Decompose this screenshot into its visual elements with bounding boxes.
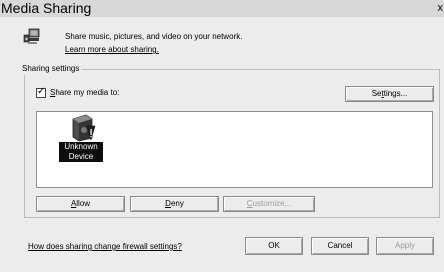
- allow-button[interactable]: Allow: [36, 196, 125, 212]
- unknown-device-icon[interactable]: [68, 113, 98, 142]
- sharing-settings-label: Sharing settings: [20, 63, 82, 75]
- media-sharing-icon: [23, 27, 43, 47]
- title-bar: Media Sharing x: [0, 0, 444, 17]
- ok-button[interactable]: OK: [245, 237, 303, 255]
- customize-button[interactable]: Customize...: [223, 196, 315, 212]
- learn-more-link[interactable]: Learn more about sharing.: [65, 45, 159, 55]
- firewall-help-link[interactable]: How does sharing change firewall setting…: [28, 242, 182, 252]
- share-media-label: Share my media to:: [50, 88, 120, 97]
- cancel-button[interactable]: Cancel: [311, 237, 369, 255]
- deny-button[interactable]: Deny: [130, 196, 219, 212]
- settings-button[interactable]: Settings...: [345, 86, 434, 102]
- device-name[interactable]: Unknown Device: [59, 142, 103, 162]
- share-media-checkbox[interactable]: [36, 86, 46, 98]
- close-button[interactable]: x: [438, 0, 444, 16]
- intro-text: Share music, pictures, and video on your…: [65, 32, 243, 41]
- apply-button[interactable]: Apply: [376, 237, 434, 255]
- window-title: Media Sharing: [1, 0, 92, 16]
